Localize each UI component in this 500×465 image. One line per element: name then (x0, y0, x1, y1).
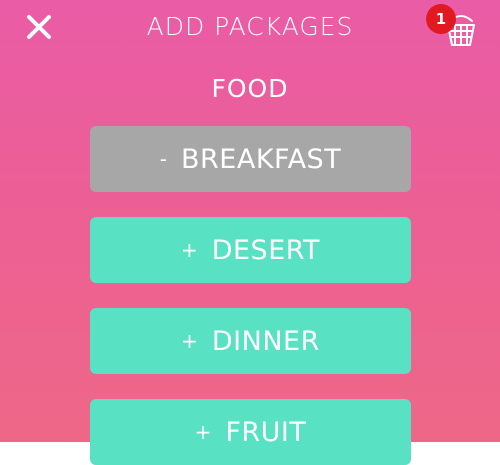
page-title: ADD PACKAGES (146, 12, 354, 41)
package-label: DINNER (211, 325, 320, 357)
add-sign: + (181, 329, 198, 353)
cart-count-badge: 1 (426, 4, 456, 34)
add-sign: + (180, 238, 198, 262)
section-title: FOOD (211, 74, 289, 103)
package-label: FRUIT (225, 416, 307, 448)
package-label: DESERT (211, 234, 321, 266)
remove-sign: - (159, 147, 168, 171)
package-desert-button[interactable]: + DESERT (90, 217, 411, 283)
package-dinner-button[interactable]: + DINNER (90, 308, 411, 374)
package-fruit-button[interactable]: + FRUIT (90, 399, 411, 465)
package-breakfast-button[interactable]: - BREAKFAST (90, 126, 411, 192)
add-sign: + (194, 420, 212, 444)
package-label: BREAKFAST (181, 143, 342, 175)
